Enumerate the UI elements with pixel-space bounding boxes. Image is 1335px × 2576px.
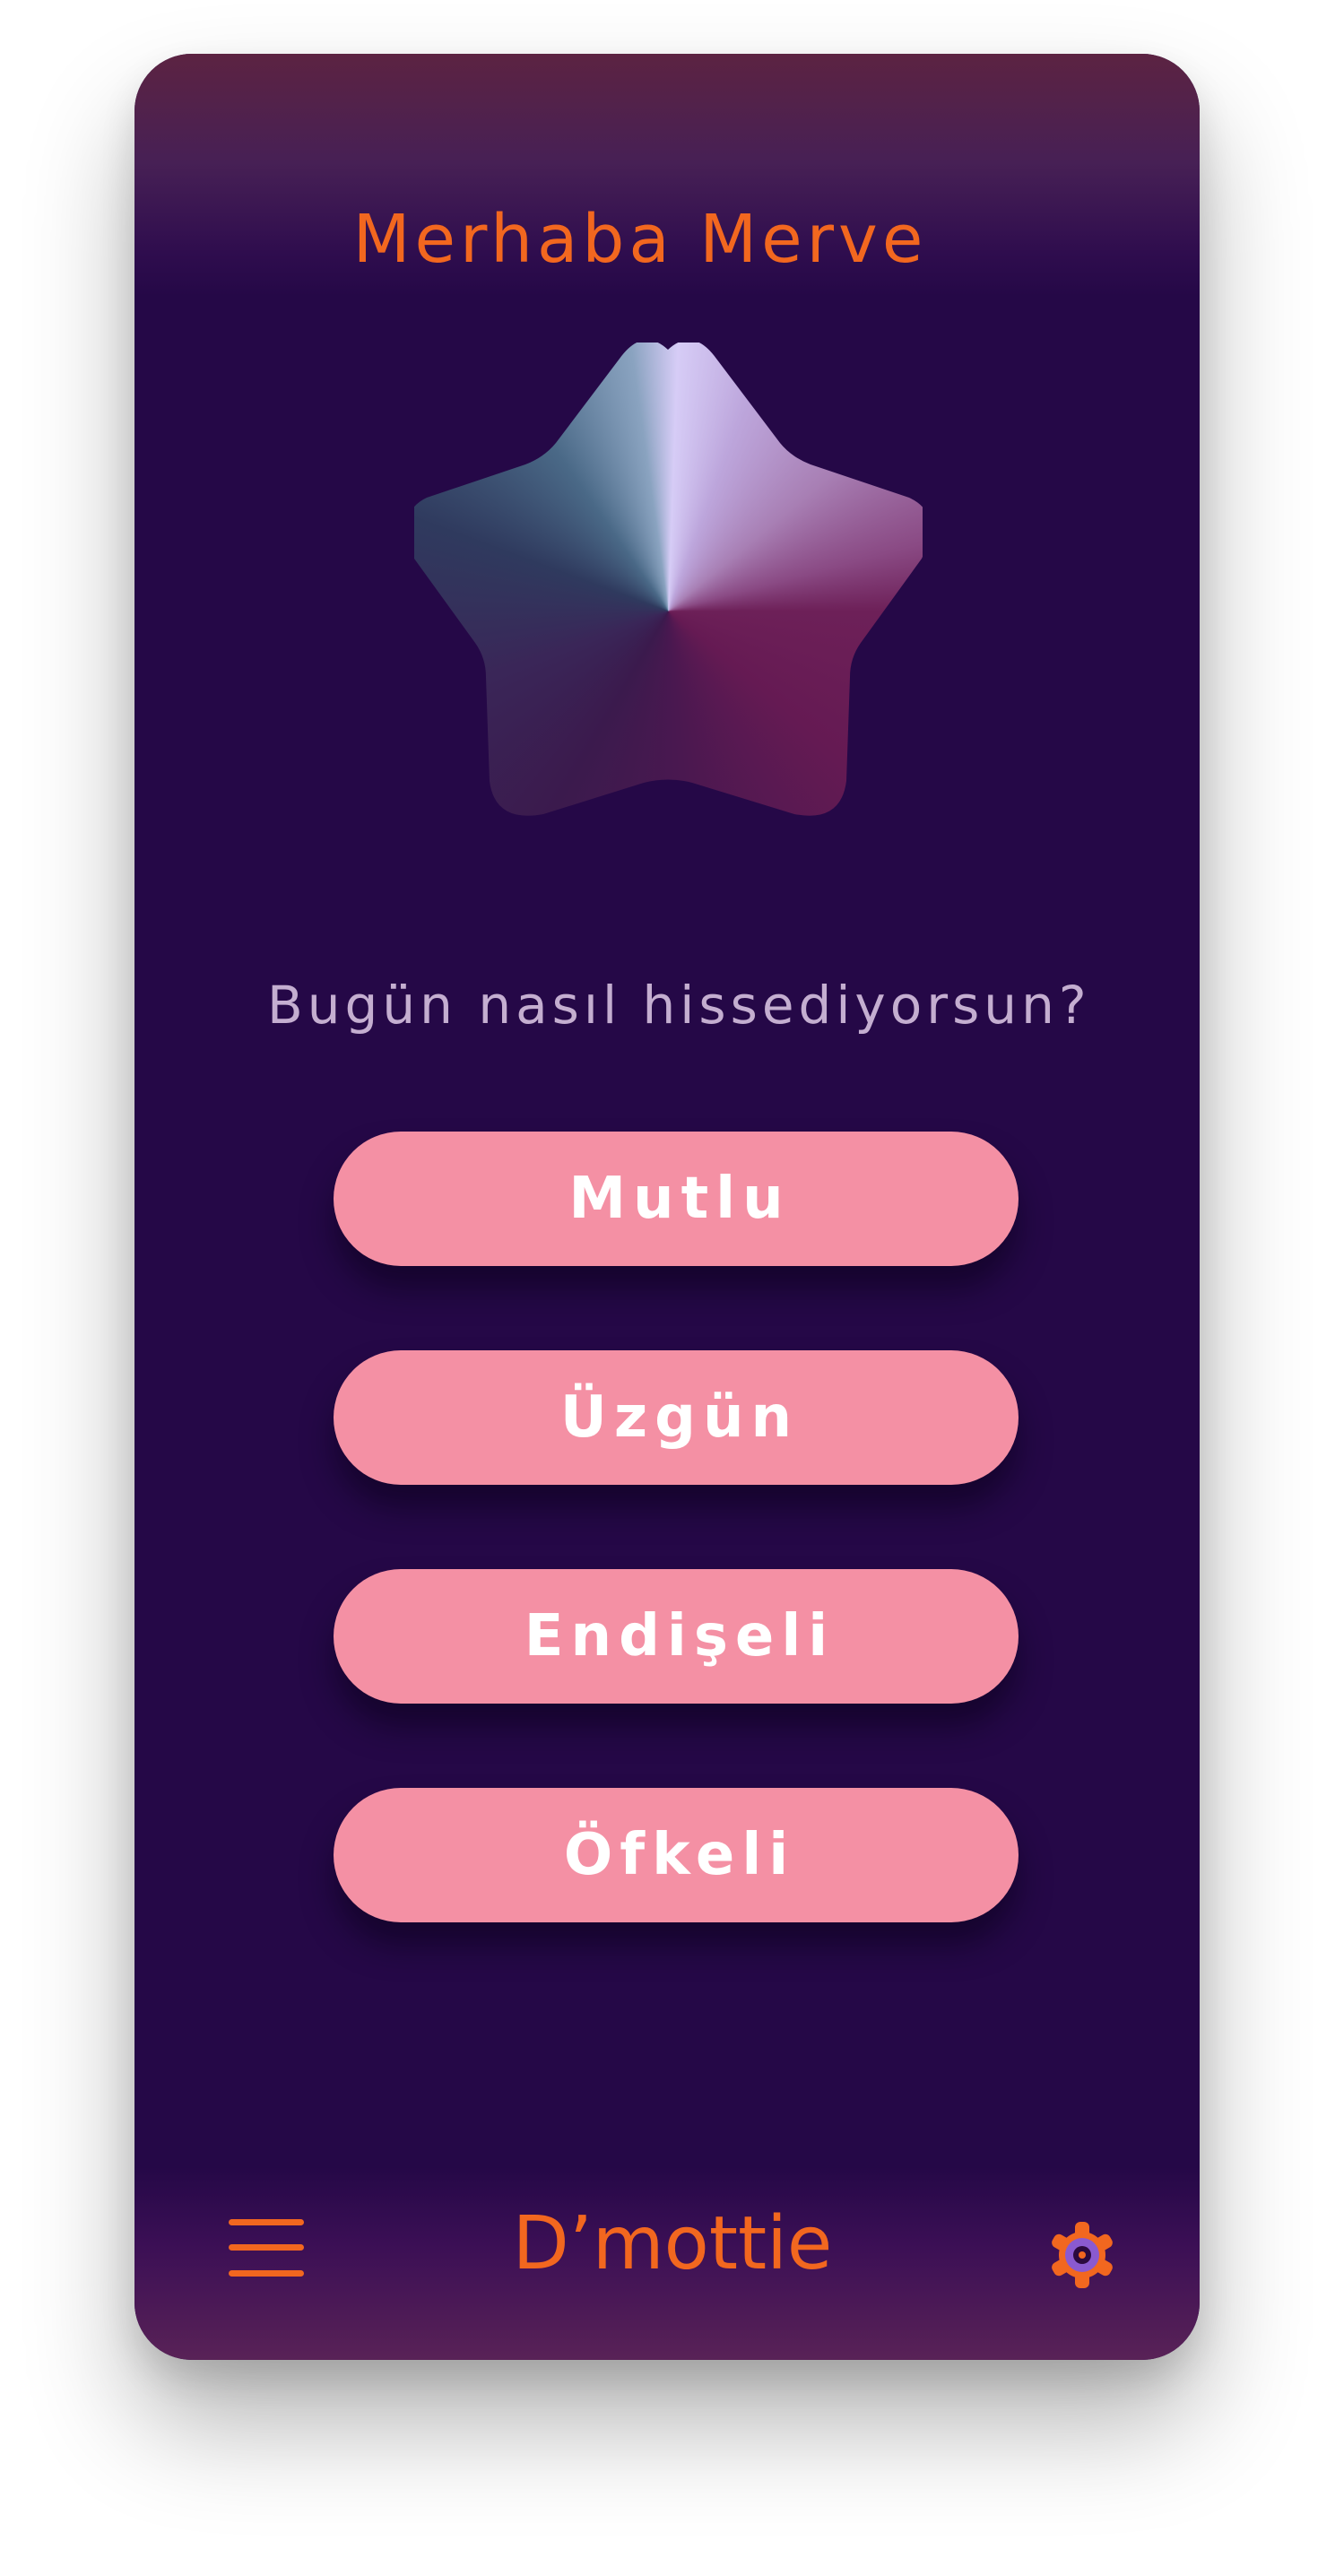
mood-button-angry[interactable]: Öfkeli	[334, 1788, 1019, 1922]
mood-star-icon	[414, 343, 923, 816]
brand-logo-text: D’mottie	[512, 2201, 833, 2286]
greeting-title: Merhaba Merve	[352, 201, 928, 278]
mood-button-happy[interactable]: Mutlu	[334, 1132, 1019, 1266]
mood-question: Bugün nasıl hissediyorsun?	[267, 975, 1091, 1036]
header-bar: Merhaba Merve	[134, 54, 1200, 296]
app-screen: Merhaba Merve Bugün nasıl hissediyorsun?…	[134, 54, 1200, 2360]
mood-button-label: Mutlu	[568, 1166, 791, 1232]
gear-icon[interactable]	[1047, 2220, 1117, 2290]
mood-button-sad[interactable]: Üzgün	[334, 1350, 1019, 1485]
mood-button-label: Endişeli	[524, 1603, 836, 1670]
mood-button-label: Öfkeli	[563, 1822, 796, 1888]
mood-button-label: Üzgün	[559, 1384, 800, 1451]
mood-button-anxious[interactable]: Endişeli	[334, 1569, 1019, 1704]
